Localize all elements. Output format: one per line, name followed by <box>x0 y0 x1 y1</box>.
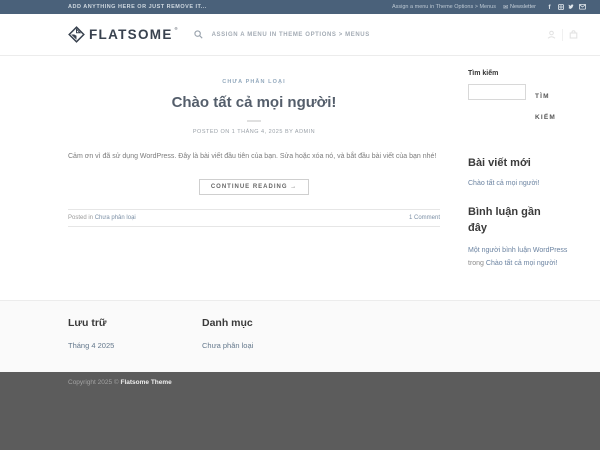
comments-link[interactable]: 1 Comment <box>409 215 440 221</box>
comment-on-word: trong <box>468 260 486 267</box>
header-menu-placeholder[interactable]: ASSIGN A MENU IN THEME OPTIONS > MENUS <box>212 32 370 38</box>
social-icons: f <box>546 4 586 11</box>
recent-posts-title: Bài viết mới <box>468 156 572 172</box>
twitter-icon[interactable] <box>568 4 575 11</box>
page-content: CHƯA PHÂN LOẠI Chào tất cả mọi người! PO… <box>0 56 600 300</box>
posted-in-category-link[interactable]: Chưa phân loại <box>95 215 136 221</box>
newsletter-link[interactable]: ✉ Newsletter <box>503 4 536 11</box>
recent-comments-widget: Bình luận gần đây Một người bình luận Wo… <box>468 205 572 271</box>
post-meta: POSTED ON 1 THÁNG 4, 2025 BY ADMIN <box>68 129 440 135</box>
posted-in: Posted in Chưa phân loại <box>68 215 136 221</box>
search-input[interactable] <box>468 84 526 100</box>
email-icon[interactable] <box>579 4 586 11</box>
post-category-link[interactable]: CHƯA PHÂN LOẠI <box>222 79 285 85</box>
site-logo[interactable]: FLATSOME ® <box>68 26 178 43</box>
search-submit-button[interactable]: TÌM KIẾM <box>526 86 562 128</box>
comment-author-link[interactable]: Một người bình luận WordPress <box>468 247 567 254</box>
site-header: FLATSOME ® ASSIGN A MENU IN THEME OPTION… <box>0 14 600 56</box>
categories-widget: Danh mục Chưa phân loại <box>202 317 336 372</box>
title-divider <box>247 120 261 122</box>
newsletter-label: Newsletter <box>510 4 536 10</box>
cart-icon[interactable] <box>569 30 578 39</box>
copyright-brand: Flatsome Theme <box>121 379 172 386</box>
search-widget: Tìm kiếm TÌM KIẾM <box>468 70 572 128</box>
registered-mark: ® <box>175 26 178 31</box>
sidebar: Tìm kiếm TÌM KIẾM Bài viết mới Chào tất … <box>468 70 572 300</box>
archive-link[interactable]: Tháng 4 2025 <box>68 341 202 350</box>
post-excerpt: Cảm ơn vì đã sử dụng WordPress. Đây là b… <box>68 151 440 163</box>
copyright-text: Copyright 2025 © Flatsome Theme <box>68 379 572 386</box>
posted-in-label: Posted in <box>68 215 95 221</box>
header-right-icons <box>547 29 578 41</box>
search-widget-title: Tìm kiếm <box>468 70 572 77</box>
post-article: CHƯA PHÂN LOẠI Chào tất cả mọi người! PO… <box>68 70 440 227</box>
recent-posts-widget: Bài viết mới Chào tất cả mọi người! <box>468 156 572 187</box>
header-divider <box>562 29 563 41</box>
flatsome-logo-icon <box>68 26 85 43</box>
categories-title: Danh mục <box>202 317 336 329</box>
logo-text: FLATSOME <box>89 26 173 43</box>
search-icon[interactable] <box>194 30 203 39</box>
continue-reading-button[interactable]: CONTINUE READING → <box>199 179 309 195</box>
account-icon[interactable] <box>547 30 556 39</box>
post-title: Chào tất cả mọi người! <box>68 94 440 111</box>
instagram-icon[interactable] <box>557 4 564 11</box>
topbar-message: ADD ANYTHING HERE OR JUST REMOVE IT... <box>68 4 207 10</box>
facebook-icon[interactable]: f <box>546 4 553 11</box>
copyright-prefix: Copyright 2025 © <box>68 379 121 386</box>
topbar-right: Assign a menu in Theme Options > Menus ✉… <box>392 4 586 11</box>
comment-post-link[interactable]: Chào tất cả mọi người! <box>486 260 558 267</box>
envelope-icon: ✉ <box>503 4 508 11</box>
archives-widget: Lưu trữ Tháng 4 2025 <box>68 317 202 372</box>
archives-title: Lưu trữ <box>68 317 202 329</box>
recent-post-link[interactable]: Chào tất cả mọi người! <box>468 180 572 187</box>
blog-column: CHƯA PHÂN LOẠI Chào tất cả mọi người! PO… <box>68 70 440 300</box>
category-link[interactable]: Chưa phân loại <box>202 341 336 350</box>
topbar: ADD ANYTHING HERE OR JUST REMOVE IT... A… <box>0 0 600 14</box>
recent-comment-item: Một người bình luận WordPress trong Chào… <box>468 245 572 271</box>
footer-widgets: Lưu trữ Tháng 4 2025 Danh mục Chưa phân … <box>0 300 600 372</box>
post-footer-meta: Posted in Chưa phân loại 1 Comment <box>68 209 440 227</box>
recent-comments-title: Bình luận gần đây <box>468 205 556 237</box>
topbar-menu-link[interactable]: Assign a menu in Theme Options > Menus <box>392 4 496 10</box>
absolute-footer: Copyright 2025 © Flatsome Theme <box>0 372 600 450</box>
